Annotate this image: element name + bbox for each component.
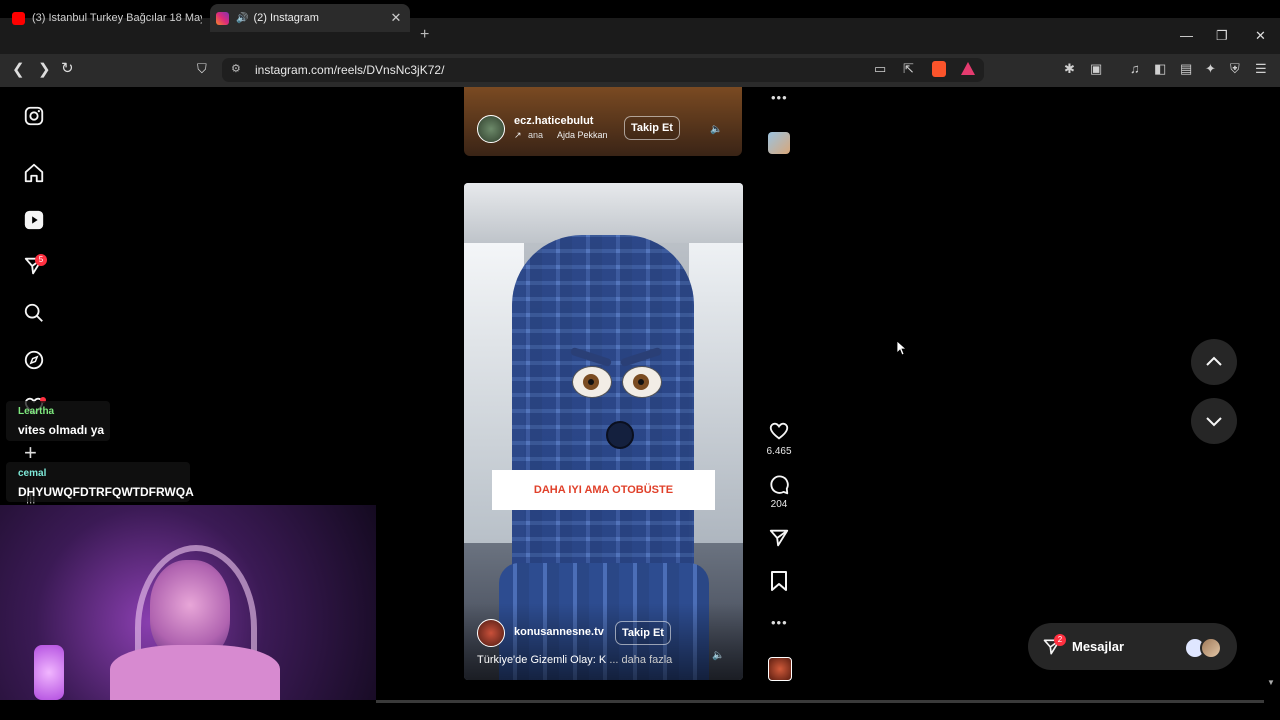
extensions-icon[interactable]: ✱ [1064, 61, 1075, 77]
mouse-cursor-icon [897, 341, 907, 356]
new-tab-button[interactable]: + [420, 26, 429, 44]
chat-message: Leartha vites olmadı ya [6, 401, 110, 441]
caption-box: DAHA IYI AMA OTOBÜSTE [492, 470, 715, 510]
close-tab-icon[interactable]: ✕ [388, 10, 404, 26]
close-window-icon[interactable]: ✕ [1255, 28, 1266, 44]
next-reel-button[interactable] [1191, 398, 1237, 444]
explore-icon[interactable] [23, 349, 45, 371]
right-eye [622, 366, 662, 398]
bookmark-icon[interactable]: ⛉ [197, 61, 207, 77]
instagram-logo-icon[interactable] [23, 105, 45, 127]
chat-message: cemal DHYUWQFDTRFQWTDFRWQA [6, 462, 194, 502]
audio-thumbnail[interactable] [768, 132, 790, 154]
messages-button[interactable]: 2 Mesajlar [1028, 623, 1237, 670]
sidebar-toggle-icon[interactable]: ◧ [1154, 61, 1166, 77]
save-icon[interactable] [769, 570, 789, 592]
streamer-body [110, 645, 280, 700]
avatar[interactable] [477, 115, 505, 143]
audio-arrow-icon: ↗ [514, 130, 522, 140]
brave-shields-icon[interactable] [932, 61, 946, 77]
leo-ai-icon[interactable]: ✦ [1205, 61, 1216, 77]
reel-previous[interactable]: ecz.haticebulut ↗ ana Ajda Pekkan Takip … [464, 87, 742, 156]
forward-icon[interactable]: ❯ [38, 60, 51, 78]
volume-icon[interactable]: 🔈 [712, 650, 724, 661]
restore-icon[interactable]: ❐ [1216, 28, 1228, 44]
reels-icon[interactable] [23, 209, 45, 231]
youtube-favicon-icon [12, 11, 25, 25]
avatar [1200, 637, 1222, 659]
tab-label: (2) Instagram [253, 12, 319, 24]
mouth [606, 421, 634, 449]
tab-label: (3) Istanbul Turkey Bağcılar 18 May 2 [32, 12, 202, 24]
media-icon[interactable]: ♫ [1130, 61, 1140, 76]
search-tab-icon[interactable]: ▣ [1090, 61, 1102, 77]
webcam-overlay [0, 505, 376, 700]
brave-rewards-icon[interactable] [961, 62, 975, 75]
share-icon[interactable]: ⇱ [903, 61, 914, 77]
more-options-icon[interactable]: ••• [771, 90, 788, 105]
chat-username: cemal [18, 468, 47, 479]
left-eye [572, 366, 612, 398]
tab-instagram[interactable]: 🔊 (2) Instagram ✕ [210, 4, 410, 32]
more-options-icon[interactable]: ••• [771, 615, 788, 630]
site-info-icon[interactable]: ⚙ [231, 62, 241, 75]
comment-count: 204 [770, 499, 788, 510]
like-icon[interactable] [768, 420, 790, 442]
volume-icon[interactable]: 🔈 [710, 124, 722, 135]
reel-description: Türkiye'de Gizemli Olay: K ... daha fazl… [477, 654, 672, 666]
chat-username: Leartha [18, 406, 55, 417]
messages-label: Mesajlar [1072, 639, 1125, 654]
back-icon[interactable]: ❮ [12, 60, 25, 78]
menu-icon[interactable]: ☰ [1255, 61, 1267, 77]
url-text[interactable]: instagram.com/reels/DVnsNc3jK72/ [255, 63, 444, 77]
bus-ceiling [464, 183, 743, 243]
chat-text: vites olmadı ya [18, 423, 105, 437]
avatar[interactable] [477, 619, 505, 647]
previous-reel-button[interactable] [1191, 339, 1237, 385]
caption-text: DAHA IYI AMA OTOBÜSTE [533, 484, 674, 496]
description-text: Türkiye'de Gizemli Olay: K [477, 654, 607, 666]
audio-thumbnail[interactable] [768, 657, 792, 681]
reel-username[interactable]: ecz.haticebulut [514, 115, 593, 127]
share-icon[interactable] [768, 527, 790, 549]
audio-track[interactable]: Ajda Pekkan [557, 130, 608, 140]
reload-icon[interactable]: ↻ [61, 59, 74, 77]
reel-video[interactable]: DAHA IYI AMA OTOBÜSTE konusannesne.tv Ta… [464, 183, 743, 680]
cast-icon[interactable]: ▭ [874, 61, 886, 77]
like-count: 6.465 [766, 446, 792, 457]
audio-prefix: ana [528, 130, 544, 140]
speaker-icon[interactable]: 🔊 [236, 13, 248, 24]
horizontal-scrollbar[interactable] [376, 700, 1264, 703]
comment-icon[interactable] [768, 474, 790, 496]
reel-username[interactable]: konusannesne.tv [514, 626, 604, 638]
home-icon[interactable] [23, 162, 45, 184]
more-link[interactable]: ... daha fazla [609, 654, 672, 666]
page-scrollbar[interactable]: ▼ [1265, 87, 1280, 700]
chevron-down-icon [1206, 417, 1222, 427]
chat-text: DHYUWQFDTRFQWTDFRWQA [18, 485, 194, 499]
instagram-favicon-icon [216, 11, 229, 25]
scroll-down-arrow-icon[interactable]: ▼ [1267, 678, 1275, 687]
lamp [34, 645, 64, 700]
follow-button[interactable]: Takip Et [615, 621, 671, 645]
chevron-up-icon [1206, 356, 1222, 366]
vpn-icon[interactable]: ⛨ [1230, 61, 1240, 77]
tab-youtube[interactable]: (3) Istanbul Turkey Bağcılar 18 May 2 [6, 4, 202, 32]
bottom-gradient [464, 603, 743, 680]
seat-plaid [512, 235, 694, 585]
wallet-icon[interactable]: ▤ [1180, 61, 1192, 77]
search-icon[interactable] [23, 302, 45, 324]
minimize-icon[interactable]: — [1180, 28, 1193, 43]
page-bottom [376, 700, 1280, 720]
direct-badge: 5 [35, 254, 47, 266]
follow-button[interactable]: Takip Et [624, 116, 680, 140]
messages-badge: 2 [1054, 634, 1066, 646]
